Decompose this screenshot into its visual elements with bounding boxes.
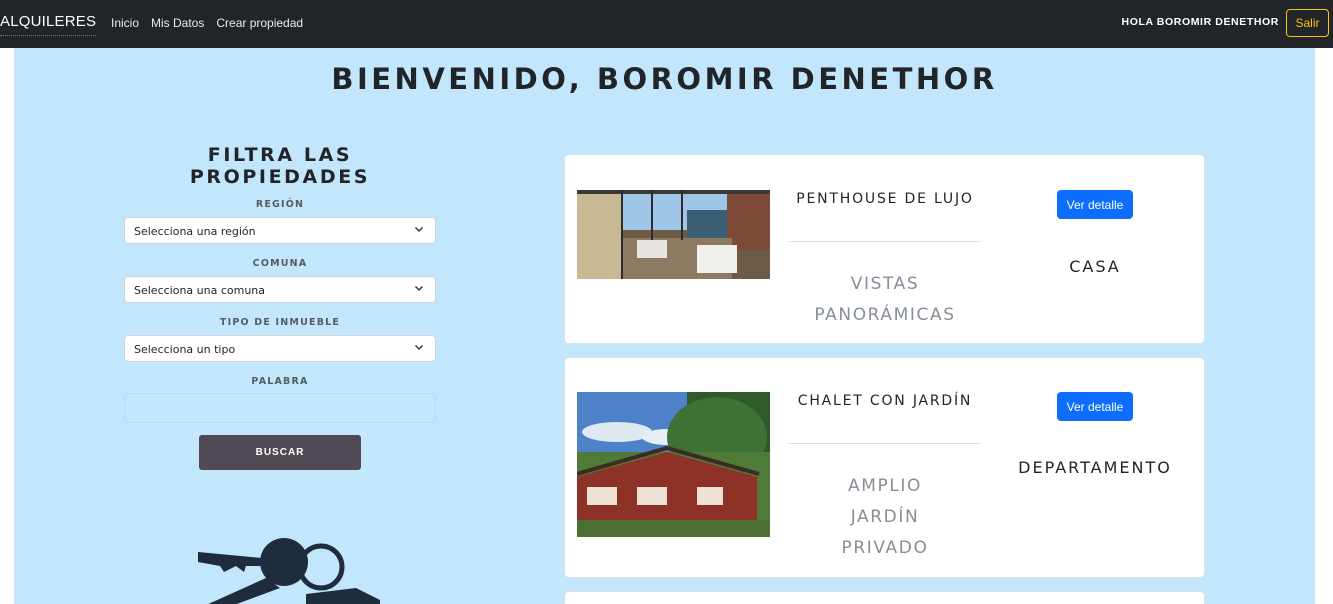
nav-link-mis-datos[interactable]: Mis Datos — [151, 16, 204, 30]
nav-links: Inicio Mis Datos Crear propiedad — [111, 16, 303, 30]
tipo-select[interactable]: Selecciona un tipo — [124, 335, 436, 362]
comuna-label: COMUNA — [252, 258, 308, 269]
main-content: BIENVENIDO, BOROMIR DENETHOR FILTRA LAS … — [14, 48, 1315, 604]
property-description-line: PANORÁMICAS — [814, 305, 956, 325]
filter-title: FILTRA LAS PROPIEDADES — [189, 144, 371, 188]
nav-link-crear-propiedad[interactable]: Crear propiedad — [216, 16, 303, 30]
view-detail-button[interactable]: Ver detalle — [1057, 190, 1133, 219]
property-card: CHALET CON JARDÍN AMPLIO JARDÍN PRIVADO … — [564, 357, 1205, 578]
tipo-select-value: Selecciona un tipo — [134, 343, 236, 356]
region-select-value: Selecciona una región — [134, 225, 256, 238]
view-detail-button[interactable]: Ver detalle — [1057, 392, 1133, 421]
property-type: CASA — [1069, 257, 1121, 276]
property-description-line: PRIVADO — [841, 538, 929, 558]
chevron-down-icon — [414, 226, 424, 233]
user-greeting: HOLA BOROMIR DENETHOR — [1121, 16, 1279, 28]
brand-logo[interactable]: ALQUILERES — [0, 13, 97, 36]
page-title: BIENVENIDO, BOROMIR DENETHOR — [331, 62, 998, 96]
property-card: PENTHOUSE DE LUJO VISTAS PANORÁMICAS Ver… — [564, 154, 1205, 344]
property-description: VISTAS PANORÁMICAS — [789, 269, 981, 331]
property-image[interactable] — [577, 392, 770, 537]
property-image[interactable] — [577, 190, 770, 279]
property-description-line: JARDÍN — [850, 507, 920, 527]
logout-button[interactable]: Salir — [1286, 9, 1329, 37]
chevron-down-icon — [414, 344, 424, 351]
comuna-select[interactable]: Selecciona una comuna — [124, 276, 436, 303]
filter-panel: FILTRA LAS PROPIEDADES REGIÓN Selecciona… — [124, 144, 436, 470]
property-description-line: AMPLIO — [847, 476, 922, 496]
palabra-input[interactable] — [124, 393, 436, 423]
property-title: CHALET CON JARDÍN — [797, 393, 973, 409]
search-button[interactable]: BUSCAR — [199, 435, 361, 470]
property-description-line: VISTAS — [850, 274, 920, 294]
region-select[interactable]: Selecciona una región — [124, 217, 436, 244]
nav-link-inicio[interactable]: Inicio — [111, 16, 139, 30]
region-label: REGIÓN — [255, 199, 305, 210]
property-title: PENTHOUSE DE LUJO — [796, 191, 974, 207]
navbar: ALQUILERES Inicio Mis Datos Crear propie… — [0, 0, 1333, 48]
property-divider — [789, 443, 981, 444]
palabra-label: PALABRA — [251, 376, 309, 387]
tipo-label: TIPO DE INMUEBLE — [219, 317, 341, 328]
keys-icon — [198, 538, 380, 604]
property-card — [564, 591, 1205, 604]
property-description: AMPLIO JARDÍN PRIVADO — [789, 471, 981, 564]
property-divider — [789, 241, 981, 242]
chevron-down-icon — [414, 285, 424, 292]
comuna-select-value: Selecciona una comuna — [134, 284, 266, 297]
property-type: DEPARTAMENTO — [1018, 458, 1172, 477]
